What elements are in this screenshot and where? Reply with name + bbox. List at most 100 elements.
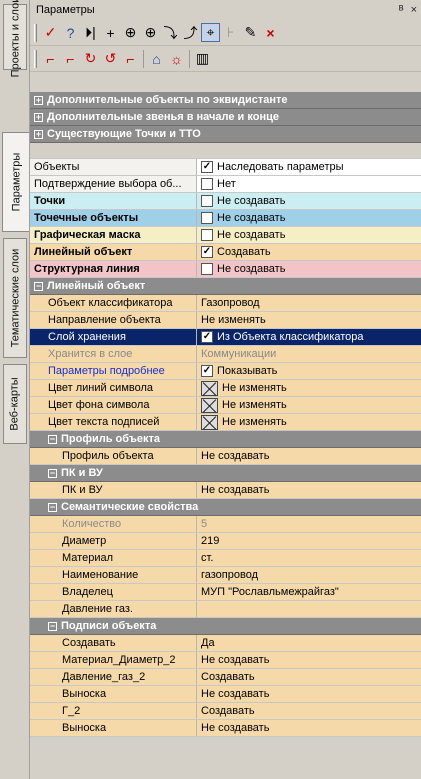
property-row[interactable]: Давление_газ_2 Создавать bbox=[30, 669, 421, 686]
property-row[interactable]: Цвет фона символа Не изменять bbox=[30, 397, 421, 414]
section-header[interactable]: + Дополнительные объекты по эквидистанте bbox=[30, 92, 421, 109]
apply-icon[interactable]: ✓ bbox=[41, 23, 60, 42]
property-row[interactable]: Линейный объект ✓ Создавать bbox=[30, 244, 421, 261]
panel-window-controls[interactable]: ᴮ × bbox=[399, 4, 421, 16]
property-row[interactable]: Наименование газопровод bbox=[30, 567, 421, 584]
line-tool-1-icon[interactable]: ⌐ bbox=[41, 49, 60, 68]
property-row[interactable]: Цвет линий символа Не изменять bbox=[30, 380, 421, 397]
property-value[interactable]: Не создавать bbox=[197, 261, 421, 277]
property-value[interactable] bbox=[197, 601, 421, 617]
close-icon[interactable]: × bbox=[261, 23, 280, 42]
shape-icon[interactable]: ⌂ bbox=[147, 49, 166, 68]
help-icon[interactable]: ? bbox=[61, 23, 80, 42]
property-row[interactable]: Структурная линия Не создавать bbox=[30, 261, 421, 278]
expand-icon[interactable]: + bbox=[34, 112, 43, 122]
property-row[interactable]: Владелец МУП "Рославльмежрайгаз" bbox=[30, 584, 421, 601]
property-row[interactable]: Материал ст. bbox=[30, 550, 421, 567]
toolbar-grip[interactable] bbox=[34, 23, 37, 42]
property-value[interactable]: Не создавать bbox=[197, 720, 421, 736]
property-value[interactable]: Нет bbox=[197, 176, 421, 192]
collapse-icon[interactable]: − bbox=[48, 502, 57, 512]
property-value[interactable]: газопровод bbox=[197, 567, 421, 583]
color-swatch-icon[interactable] bbox=[201, 380, 218, 396]
section-header[interactable]: + Дополнительные звенья в начале и конце bbox=[30, 109, 421, 126]
property-row[interactable]: Цвет текста подписей Не изменять bbox=[30, 414, 421, 431]
section-header[interactable]: − Подписи объекта bbox=[30, 618, 421, 635]
property-row[interactable]: Точечные объекты Не создавать bbox=[30, 210, 421, 227]
expand-icon[interactable]: + bbox=[34, 95, 43, 105]
property-value[interactable]: ✓ Показывать bbox=[197, 363, 421, 379]
rotate-ccw-icon[interactable]: ↺ bbox=[101, 49, 120, 68]
property-row[interactable]: Графическая маска Не создавать bbox=[30, 227, 421, 244]
property-value[interactable]: 5 bbox=[197, 516, 421, 532]
property-value[interactable]: Создавать bbox=[197, 703, 421, 719]
checkbox[interactable] bbox=[201, 263, 213, 275]
property-value[interactable]: Газопровод bbox=[197, 295, 421, 311]
tab-web-maps[interactable]: Веб-карты bbox=[3, 364, 27, 444]
property-value[interactable]: ✓ Наследовать параметры bbox=[197, 159, 421, 175]
collapse-icon[interactable]: − bbox=[34, 281, 43, 291]
property-value[interactable]: Не изменять bbox=[197, 380, 421, 396]
property-value[interactable]: Не изменять bbox=[197, 397, 421, 413]
checkbox[interactable] bbox=[201, 178, 213, 190]
property-value[interactable]: 219 bbox=[197, 533, 421, 549]
property-row[interactable]: Профиль объекта Не создавать bbox=[30, 448, 421, 465]
property-value[interactable]: Не создавать bbox=[197, 652, 421, 668]
property-value[interactable]: Не создавать bbox=[197, 210, 421, 226]
property-row[interactable]: Хранится в слое Коммуникации bbox=[30, 346, 421, 363]
checkbox[interactable]: ✓ bbox=[201, 365, 213, 377]
property-value[interactable]: Да bbox=[197, 635, 421, 651]
section-header[interactable]: − Линейный объект bbox=[30, 278, 421, 295]
select-up-icon[interactable]: ⤴ bbox=[181, 23, 200, 42]
property-value[interactable]: ст. bbox=[197, 550, 421, 566]
property-row[interactable]: Давление газ. bbox=[30, 601, 421, 618]
property-value[interactable]: ✓ Создавать bbox=[197, 244, 421, 260]
property-row[interactable]: ПК и ВУ Не создавать bbox=[30, 482, 421, 499]
property-value[interactable]: Не создавать bbox=[197, 482, 421, 498]
step-icon[interactable]: ⏵| bbox=[81, 23, 100, 42]
toolbar-grip[interactable] bbox=[34, 49, 37, 68]
pen-icon[interactable]: ✎ bbox=[241, 23, 260, 42]
property-value[interactable]: ✓ Из Объекта классификатора bbox=[197, 329, 421, 345]
color-swatch-icon[interactable] bbox=[201, 414, 218, 430]
section-header[interactable]: − ПК и ВУ bbox=[30, 465, 421, 482]
tab-parameters[interactable]: Параметры bbox=[2, 132, 29, 232]
color-swatch-icon[interactable] bbox=[201, 397, 218, 413]
property-row[interactable]: Слой хранения ✓ Из Объекта классификатора bbox=[30, 329, 421, 346]
tab-thematic-layers[interactable]: Тематические слои bbox=[3, 238, 27, 358]
property-value[interactable]: Не изменять bbox=[197, 414, 421, 430]
table-icon[interactable]: ▥ bbox=[193, 49, 212, 68]
property-row[interactable]: Подтверждение выбора об... Нет bbox=[30, 176, 421, 193]
section-header[interactable]: − Семантические свойства bbox=[30, 499, 421, 516]
line-tool-2-icon[interactable]: ⌐ bbox=[61, 49, 80, 68]
property-row[interactable]: Диаметр 219 bbox=[30, 533, 421, 550]
property-value[interactable]: Создавать bbox=[197, 669, 421, 685]
property-value[interactable]: Не создавать bbox=[197, 448, 421, 464]
collapse-icon[interactable]: − bbox=[48, 621, 57, 631]
property-row[interactable]: Точки Не создавать bbox=[30, 193, 421, 210]
property-row[interactable]: Материал_Диаметр_2 Не создавать bbox=[30, 652, 421, 669]
target-icon[interactable]: ⌖ bbox=[201, 23, 220, 42]
property-value[interactable]: Не создавать bbox=[197, 686, 421, 702]
collapse-icon[interactable]: − bbox=[48, 434, 57, 444]
property-value[interactable]: Коммуникации bbox=[197, 346, 421, 362]
checkbox[interactable] bbox=[201, 212, 213, 224]
checkbox[interactable] bbox=[201, 195, 213, 207]
property-row[interactable]: Параметры подробнее ✓ Показывать bbox=[30, 363, 421, 380]
checkbox[interactable]: ✓ bbox=[201, 161, 213, 173]
rotate-cw-icon[interactable]: ↻ bbox=[81, 49, 100, 68]
checkbox[interactable]: ✓ bbox=[201, 246, 213, 258]
snap-point-icon[interactable]: ⊕ bbox=[121, 23, 140, 42]
property-row[interactable]: Направление объекта Не изменять bbox=[30, 312, 421, 329]
property-value[interactable]: Не создавать bbox=[197, 193, 421, 209]
collapse-icon[interactable]: − bbox=[48, 468, 57, 478]
add-point-icon[interactable]: + bbox=[101, 23, 120, 42]
property-value[interactable]: Не изменять bbox=[197, 312, 421, 328]
property-row[interactable]: Количество 5 bbox=[30, 516, 421, 533]
property-value[interactable]: Не создавать bbox=[197, 227, 421, 243]
snap-vertex-icon[interactable]: ⊕ bbox=[141, 23, 160, 42]
property-row[interactable]: Объекты ✓ Наследовать параметры bbox=[30, 159, 421, 176]
property-row[interactable]: Г_2 Создавать bbox=[30, 703, 421, 720]
select-down-icon[interactable]: ⤵ bbox=[161, 23, 180, 42]
sun-icon[interactable]: ☼ bbox=[167, 49, 186, 68]
